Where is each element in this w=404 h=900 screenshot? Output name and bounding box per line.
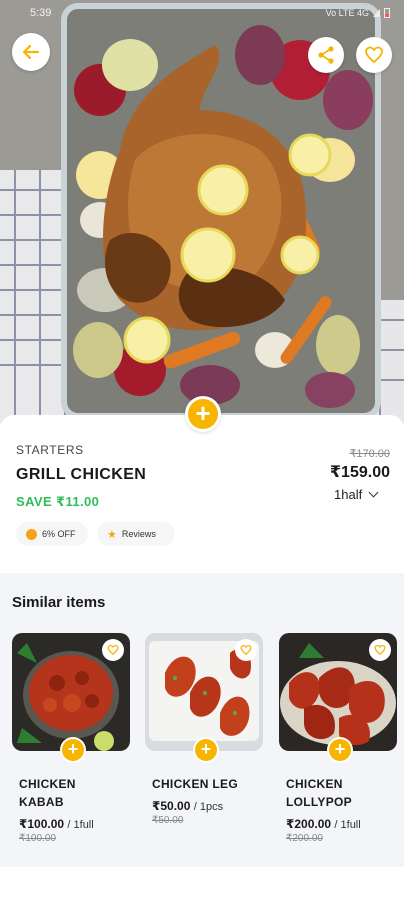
item-unit: / 1full xyxy=(67,819,94,831)
plus-icon: + xyxy=(329,739,351,761)
heart-outline-icon xyxy=(240,644,252,656)
item-price: ₹100.00 / 1full xyxy=(19,817,94,831)
item-favorite-button[interactable] xyxy=(369,639,391,661)
item-price: ₹200.00 / 1full xyxy=(286,817,361,831)
item-add-button[interactable]: + xyxy=(60,737,86,763)
item-add-button[interactable]: + xyxy=(193,737,219,763)
bottom-area xyxy=(0,867,404,900)
share-button[interactable] xyxy=(308,37,344,73)
status-bar: 5:39 Vo LTE 4G xyxy=(0,0,404,26)
item-name-line1: CHICKEN LEG xyxy=(152,777,238,791)
item-unit: / 1full xyxy=(334,819,361,831)
plus-icon: + xyxy=(62,739,84,761)
plus-icon: + xyxy=(188,399,218,429)
heart-outline-icon xyxy=(374,644,386,656)
battery-icon xyxy=(384,8,390,18)
item-price: ₹50.00 / 1pcs xyxy=(152,799,223,813)
product-price: ₹159.00 xyxy=(329,464,390,481)
similar-items-title: Similar items xyxy=(12,594,106,611)
item-name-line2: KABAB xyxy=(19,795,64,809)
item-unit: / 1pcs xyxy=(193,801,224,813)
item-old-price: ₹100.00 xyxy=(19,833,56,844)
item-old-price: ₹50.00 xyxy=(152,815,184,826)
item-name-line1: CHICKEN xyxy=(286,777,343,791)
arrow-left-icon xyxy=(22,44,40,60)
status-time: 5:39 xyxy=(30,7,52,19)
discount-label: 6% OFF xyxy=(42,529,76,539)
discount-chip: 6% OFF xyxy=(16,522,88,546)
item-old-price: ₹200.00 xyxy=(286,833,323,844)
hero-image xyxy=(0,0,404,425)
portion-dropdown[interactable]: 1half xyxy=(334,487,379,502)
add-to-cart-button[interactable]: + xyxy=(185,396,221,432)
product-category: STARTERS xyxy=(16,443,84,457)
share-icon xyxy=(318,46,334,64)
item-price-value: ₹200.00 xyxy=(286,817,332,831)
network-text: Vo LTE 4G xyxy=(325,8,369,18)
item-price-value: ₹100.00 xyxy=(19,817,65,831)
original-price: ₹170.00 xyxy=(349,448,390,460)
savings-text: SAVE ₹11.00 xyxy=(16,494,100,509)
reviews-chip[interactable]: ★ Reviews xyxy=(97,522,175,546)
product-name: GRILL CHICKEN xyxy=(16,466,147,483)
chevron-down-icon xyxy=(368,487,379,498)
discount-badge-icon xyxy=(26,528,37,540)
similar-item-chicken-lollypop[interactable]: + CHICKEN LOLLYPOP ₹200.00 / 1full ₹200.… xyxy=(279,633,397,844)
item-name: CHICKEN LEG xyxy=(152,775,262,793)
star-icon: ★ xyxy=(107,528,117,541)
back-button[interactable] xyxy=(12,33,50,71)
item-price-value: ₹50.00 xyxy=(152,799,191,813)
plus-icon: + xyxy=(195,739,217,761)
heart-outline-icon xyxy=(365,46,383,64)
item-name: CHICKEN LOLLYPOP xyxy=(286,775,396,811)
item-name: CHICKEN KABAB xyxy=(19,775,129,811)
portion-value: 1half xyxy=(334,487,363,502)
status-icons: Vo LTE 4G xyxy=(326,8,390,18)
item-add-button[interactable]: + xyxy=(327,737,353,763)
reviews-label: Reviews xyxy=(121,529,156,539)
item-favorite-button[interactable] xyxy=(235,639,257,661)
heart-outline-icon xyxy=(107,644,119,656)
similar-item-chicken-kabab[interactable]: + CHICKEN KABAB ₹100.00 / 1full ₹100.00 xyxy=(12,633,130,844)
item-favorite-button[interactable] xyxy=(102,639,124,661)
item-name-line1: CHICKEN xyxy=(19,777,76,791)
favorite-button[interactable] xyxy=(356,37,392,73)
similar-item-chicken-leg[interactable]: + CHICKEN LEG ₹50.00 / 1pcs ₹50.00 xyxy=(145,633,263,826)
item-name-line2: LOLLYPOP xyxy=(286,795,352,809)
signal-icon xyxy=(373,9,380,17)
